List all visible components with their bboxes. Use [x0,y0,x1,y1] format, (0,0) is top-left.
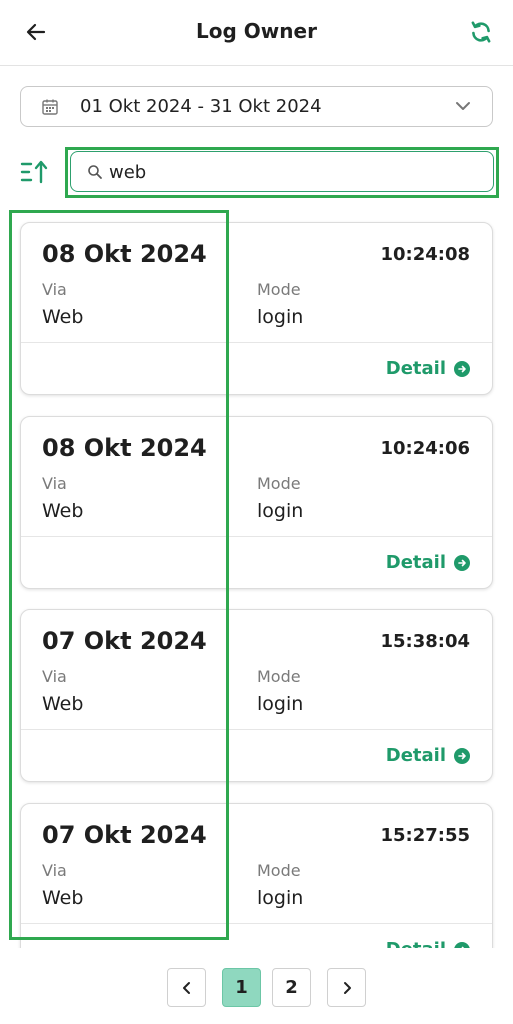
sort-ascending-icon [20,160,48,184]
mode-value: login [257,500,304,522]
chevron-right-icon [343,981,351,994]
log-time: 15:38:04 [380,631,470,652]
page-button-2[interactable]: 2 [272,968,311,1007]
mode-label: Mode [257,474,301,493]
detail-label: Detail [385,358,446,379]
card-divider [21,729,492,730]
calendar-icon [42,99,58,115]
detail-link[interactable]: Detail [386,552,470,573]
refresh-icon [471,21,491,43]
log-time: 10:24:06 [380,438,470,459]
sort-button[interactable] [19,158,51,186]
detail-link[interactable]: Detail [386,358,470,379]
log-card[interactable]: 07 Okt 2024 15:27:55 Via Web Mode login … [20,803,493,948]
mode-label: Mode [257,667,301,686]
refresh-button[interactable] [465,16,497,48]
via-label: Via [42,280,67,299]
detail-link[interactable]: Detail [386,745,470,766]
arrow-right-circle-icon [454,747,470,764]
card-divider [21,923,492,924]
card-divider [21,342,492,343]
page-title: Log Owner [196,19,317,43]
log-date: 07 Okt 2024 [42,627,207,655]
via-value: Web [42,500,84,522]
via-label: Via [42,667,67,686]
log-card[interactable]: 08 Okt 2024 10:24:06 Via Web Mode login … [20,416,493,589]
next-page-button[interactable] [327,968,366,1007]
via-value: Web [42,693,84,715]
prev-page-button[interactable] [167,968,206,1007]
via-value: Web [42,887,84,909]
via-label: Via [42,474,67,493]
date-range-value: 01 Okt 2024 - 31 Okt 2024 [80,96,322,117]
pagination: 1 2 [0,968,513,1008]
via-value: Web [42,306,84,328]
log-card[interactable]: 08 Okt 2024 10:24:08 Via Web Mode login … [20,222,493,395]
mode-value: login [257,306,304,328]
mode-label: Mode [257,861,301,880]
log-time: 10:24:08 [380,244,470,265]
card-divider [21,536,492,537]
detail-label: Detail [385,745,446,766]
app-header: Log Owner [0,0,513,66]
via-label: Via [42,861,67,880]
detail-label: Detail [386,939,446,948]
arrow-right-circle-icon [454,941,470,948]
log-date: 08 Okt 2024 [42,240,207,268]
search-icon [88,165,102,179]
log-date: 08 Okt 2024 [42,434,207,462]
search-input[interactable] [109,158,479,186]
detail-label: Detail [385,552,446,573]
mode-value: login [257,887,304,909]
log-date: 07 Okt 2024 [42,821,207,849]
chevron-left-icon [182,981,190,994]
date-range-select[interactable]: 01 Okt 2024 - 31 Okt 2024 [20,86,493,127]
mode-value: login [257,693,304,715]
arrow-right-circle-icon [454,554,470,571]
log-time: 15:27:55 [380,825,470,846]
chevron-down-icon [456,102,470,110]
search-field[interactable] [70,151,494,192]
mode-label: Mode [257,280,301,299]
arrow-right-circle-icon [454,360,470,377]
log-list[interactable]: 08 Okt 2024 10:24:08 Via Web Mode login … [0,210,513,948]
log-card[interactable]: 07 Okt 2024 15:38:04 Via Web Mode login … [20,609,493,782]
detail-link[interactable]: Detail [386,939,470,948]
page-button-1[interactable]: 1 [222,968,261,1007]
